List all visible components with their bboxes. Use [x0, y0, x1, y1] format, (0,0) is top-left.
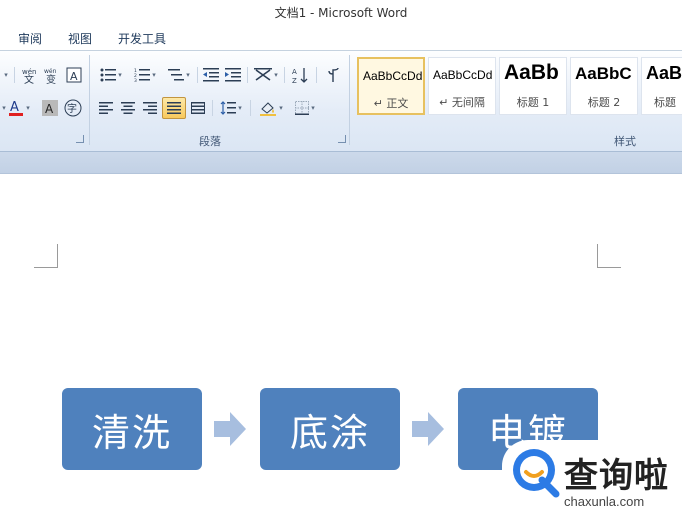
- style-normal[interactable]: AaBbCcDd ↵ 正文: [357, 57, 425, 115]
- align-right-icon[interactable]: [140, 98, 160, 118]
- style-name: ↵ 正文: [373, 97, 409, 110]
- enclose-characters-icon[interactable]: 字: [62, 98, 84, 118]
- style-sample: AaBb: [504, 61, 559, 84]
- justify-button[interactable]: [162, 97, 186, 119]
- style-sample: AaBbCcDd: [433, 68, 493, 82]
- style-name: 标题: [654, 96, 676, 109]
- svg-text:A: A: [10, 100, 19, 115]
- style-sample: AaBbCcDd: [363, 69, 423, 83]
- ribbon-tabs: 审阅 视图 开发工具: [0, 24, 682, 50]
- svg-text:字: 字: [67, 102, 77, 115]
- font-color-icon[interactable]: A ▾: [8, 98, 30, 118]
- paragraph-group-launcher[interactable]: [338, 135, 346, 143]
- document-frame: [0, 152, 682, 174]
- tab-view[interactable]: 视图: [68, 30, 92, 47]
- style-name: 标题 2: [587, 96, 621, 109]
- align-left-icon[interactable]: [96, 98, 116, 118]
- style-no-spacing[interactable]: AaBbCcDd ↵ 无间隔: [428, 57, 496, 115]
- svg-text:3: 3: [134, 78, 137, 82]
- line-spacing-icon[interactable]: ▾: [217, 98, 245, 118]
- numbering-icon[interactable]: 123 ▾: [130, 65, 160, 85]
- character-shading-icon[interactable]: A: [40, 98, 60, 118]
- style-heading-1[interactable]: AaBb 标题 1: [499, 57, 567, 115]
- margin-marker-right: [597, 244, 621, 268]
- font-menu-arrow[interactable]: ▾: [0, 65, 10, 85]
- styles-group-label: 样式: [614, 135, 636, 148]
- distributed-icon[interactable]: [188, 98, 208, 118]
- show-hide-marks-icon[interactable]: [324, 65, 344, 85]
- watermark-url: chaxunla.com: [564, 494, 645, 509]
- magnifier-logo-icon: [513, 449, 560, 498]
- chinese-layout-icon[interactable]: ▾: [252, 65, 280, 85]
- styles-gallery: AaBbCcDd ↵ 正文 AaBbCcDd ↵ 无间隔 AaBb 标题 1 A…: [356, 57, 682, 115]
- process-arrow: [412, 412, 444, 446]
- watermark: 查询啦 chaxunla.com: [502, 440, 682, 532]
- margin-marker-left: [34, 244, 58, 268]
- svg-text:A: A: [70, 70, 78, 83]
- sort-icon[interactable]: AZ: [290, 65, 312, 85]
- tab-developer[interactable]: 开发工具: [118, 30, 166, 47]
- style-name: ↵ 无间隔: [439, 96, 485, 109]
- style-name: 标题 1: [516, 96, 550, 109]
- phonetic-char: wén: [44, 68, 57, 75]
- svg-text:A: A: [292, 68, 297, 76]
- font-group-launcher[interactable]: [76, 135, 84, 143]
- phonetic-chinese-icon[interactable]: wén 变: [42, 65, 62, 85]
- paragraph-shading-icon[interactable]: ▾: [256, 98, 286, 118]
- style-sample: AaB: [646, 63, 682, 83]
- increase-indent-icon[interactable]: [223, 65, 243, 85]
- style-title[interactable]: AaB 标题: [641, 57, 682, 115]
- svg-text:A: A: [45, 102, 54, 116]
- bullets-icon[interactable]: ▾: [96, 65, 126, 85]
- process-step-box[interactable]: 清洗: [62, 388, 202, 470]
- align-center-icon[interactable]: [118, 98, 138, 118]
- watermark-brand: 查询啦: [564, 456, 669, 496]
- process-step-box[interactable]: 底涂: [260, 388, 400, 470]
- phonetic-guide-icon[interactable]: wén 文: [20, 65, 40, 85]
- style-heading-2[interactable]: AaBbC 标题 2: [570, 57, 638, 115]
- highlight-arrow[interactable]: ▾: [0, 98, 6, 118]
- borders-icon[interactable]: ▾: [290, 98, 320, 118]
- tab-review[interactable]: 审阅: [18, 30, 42, 47]
- paragraph-group-label: 段落: [199, 135, 221, 148]
- multilevel-list-icon[interactable]: ▾: [164, 65, 194, 85]
- style-sample: AaBbC: [575, 64, 632, 83]
- svg-text:文: 文: [24, 73, 34, 84]
- process-arrow: [214, 412, 246, 446]
- svg-text:Z: Z: [292, 77, 297, 84]
- window-title: 文档1 - Microsoft Word: [274, 6, 408, 20]
- decrease-indent-icon[interactable]: [201, 65, 221, 85]
- svg-text:变: 变: [46, 73, 56, 84]
- title-bar: 文档1 - Microsoft Word: [0, 0, 682, 24]
- character-border-icon[interactable]: A: [64, 65, 84, 85]
- ribbon: ▾ wén 文 wén 变 A ▾ A ▾ A 字 ▾ 123 ▾ ▾ ▾ A …: [0, 50, 682, 152]
